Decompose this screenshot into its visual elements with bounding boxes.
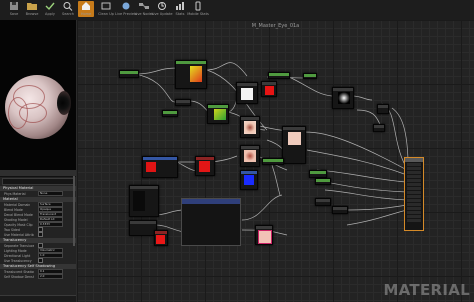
- texture-node[interactable]: [129, 220, 157, 236]
- scalar-param-node[interactable]: [315, 198, 331, 206]
- iris-region: [57, 91, 71, 115]
- constant-node[interactable]: [261, 81, 277, 97]
- scalar-param-node[interactable]: [315, 178, 331, 185]
- texture-node[interactable]: [240, 145, 260, 167]
- scalar-param-node[interactable]: [303, 73, 317, 79]
- scalar-param-node[interactable]: [332, 206, 348, 214]
- property-checkbox[interactable]: [38, 258, 43, 263]
- property-checkbox[interactable]: [38, 232, 43, 237]
- home-icon: [82, 2, 90, 10]
- folder-icon: [27, 3, 37, 10]
- preview-icon: [122, 2, 130, 10]
- texture-preview: [214, 109, 226, 120]
- nodes-icon: [139, 3, 149, 9]
- details-panel: Physical Material Phys Material None Mate…: [0, 170, 77, 302]
- material-graph[interactable]: M_Master_Eye_01a MATERIAL: [77, 20, 474, 302]
- red-preview: [199, 161, 210, 172]
- property-value[interactable]: None: [38, 190, 63, 197]
- texture-preview: [190, 66, 202, 82]
- texture-node[interactable]: [175, 60, 207, 89]
- sclera-preview: [244, 150, 256, 162]
- texture-node[interactable]: [282, 126, 306, 164]
- constant-node[interactable]: [240, 170, 258, 190]
- red-preview: [265, 86, 274, 95]
- white-preview: [241, 88, 253, 100]
- dark-preview: [133, 191, 145, 211]
- node-info-popup: [181, 198, 241, 246]
- save-icon: [10, 2, 18, 10]
- property-row: Use Translucency: [0, 258, 76, 263]
- material-watermark: MATERIAL: [383, 281, 470, 299]
- scalar-param-node[interactable]: [309, 170, 327, 178]
- vector-param-node[interactable]: [142, 156, 178, 178]
- red-preview: [156, 235, 165, 244]
- mask-preview: [338, 92, 350, 104]
- toolbar: Save Browse Apply Search Home Clean Up L…: [0, 0, 474, 21]
- mobile-icon: [195, 1, 201, 11]
- apply-icon: [45, 2, 55, 11]
- red-preview: [146, 162, 156, 172]
- blue-preview: [244, 175, 254, 185]
- texture-node[interactable]: [255, 225, 273, 245]
- property-row: Use Material Attributes: [0, 232, 76, 237]
- scalar-param-node[interactable]: [119, 70, 139, 78]
- constant-node[interactable]: [154, 230, 168, 246]
- property-row: Self Shadow Density 2.0: [0, 273, 76, 280]
- pink-preview: [258, 230, 272, 244]
- multiply-node[interactable]: [373, 124, 385, 132]
- clean-icon: [101, 2, 111, 10]
- property-row: Phys Material None: [0, 190, 76, 197]
- details-tab[interactable]: [0, 170, 76, 177]
- eye-preview-sphere: [5, 75, 71, 139]
- texture-node[interactable]: [240, 116, 260, 138]
- update-icon: [158, 2, 166, 10]
- texture-node[interactable]: [207, 104, 229, 124]
- preview-viewport[interactable]: [0, 20, 77, 180]
- vector-param-node[interactable]: [195, 156, 215, 176]
- add-node[interactable]: [377, 104, 389, 114]
- constant-node[interactable]: [236, 82, 258, 104]
- sclera-preview: [244, 121, 256, 134]
- mobile-stats-button[interactable]: Mobile Stats: [187, 1, 209, 17]
- scalar-param-node[interactable]: [162, 110, 178, 117]
- texture-node[interactable]: [129, 185, 159, 217]
- scalar-param-node[interactable]: [262, 158, 284, 165]
- property-value[interactable]: 2.0: [38, 273, 63, 280]
- texture-node[interactable]: [332, 87, 354, 109]
- details-scrollbar[interactable]: [73, 176, 75, 246]
- material-result-node[interactable]: [404, 157, 424, 231]
- stats-icon: [176, 2, 184, 10]
- popup-line: [182, 232, 240, 236]
- scalar-param-node[interactable]: [268, 72, 290, 79]
- skin-preview: [288, 132, 301, 145]
- search-icon: [63, 2, 73, 11]
- details-search-input[interactable]: [2, 178, 74, 185]
- scalar-param-node[interactable]: [175, 99, 191, 106]
- details-footer: [0, 295, 76, 302]
